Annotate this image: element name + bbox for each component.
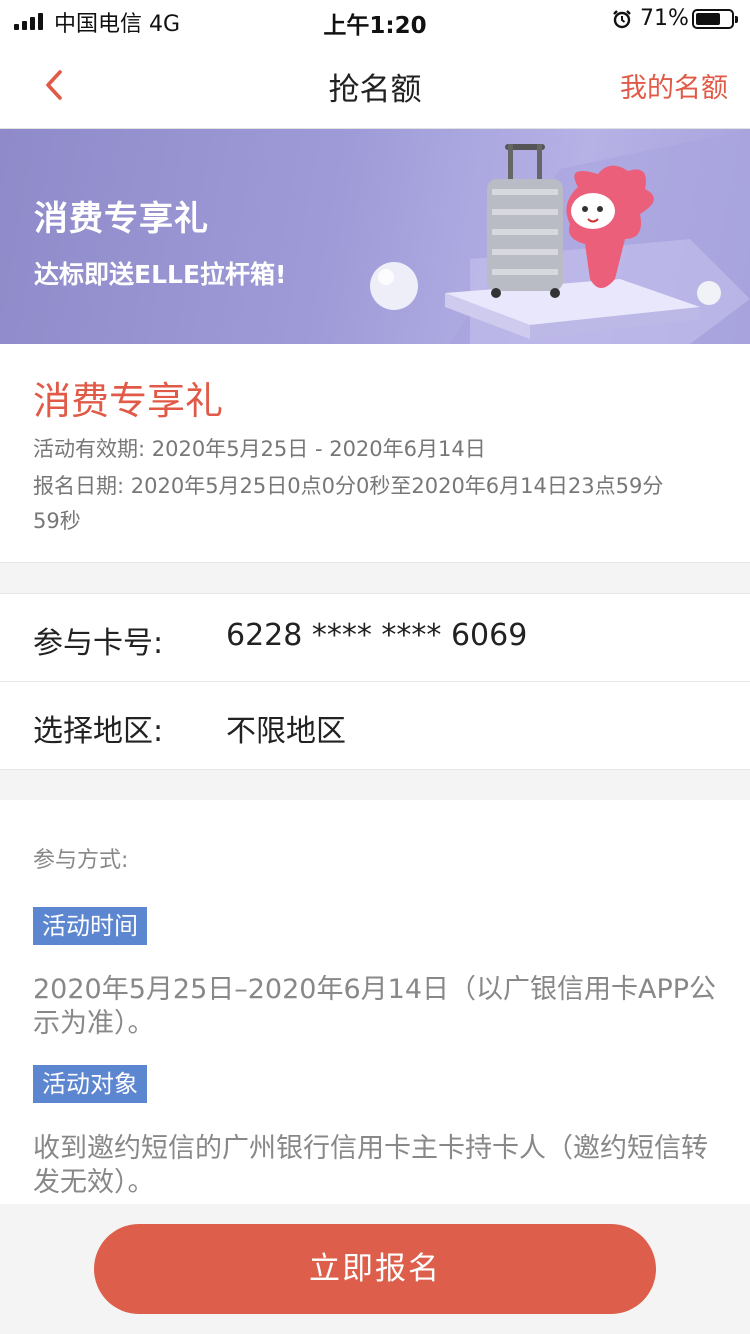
bottom-bar: 立即报名 [0, 1204, 750, 1334]
signup-date-cont: 59秒 [33, 509, 81, 533]
banner-title: 消费专享礼 [34, 199, 209, 239]
region-row[interactable]: 选择地区: 不限地区 [0, 682, 750, 770]
promo-banner: 消费专享礼 达标即送ELLE拉杆箱! [0, 129, 750, 344]
signup-form: 参与卡号: 6228 **** **** 6069 选择地区: 不限地区 [0, 593, 750, 770]
banner-subtitle: 达标即送ELLE拉杆箱! [34, 260, 287, 289]
status-bar: 中国电信 4G 上午1:20 71% [0, 0, 750, 42]
card-number-value: 6228 **** **** 6069 [226, 618, 528, 653]
alarm-icon [613, 10, 631, 29]
signup-date: 报名日期: 2020年5月25日0点0分0秒至2020年6月14日23点59分 [33, 474, 664, 498]
status-time: 上午1:20 [323, 13, 427, 39]
card-number-row[interactable]: 参与卡号: 6228 **** **** 6069 [0, 594, 750, 682]
battery-icon [692, 9, 738, 29]
nav-bar: 抢名额 我的名额 [0, 42, 750, 129]
card-number-label: 参与卡号: [33, 626, 164, 661]
region-value: 不限地区 [226, 714, 346, 749]
tag-activity-target: 活动对象 [33, 1065, 147, 1103]
my-quota-link[interactable]: 我的名额 [620, 66, 728, 105]
activity-title: 消费专享礼 [33, 379, 224, 423]
signup-button[interactable]: 立即报名 [94, 1224, 656, 1314]
activity-target-text: 收到邀约短信的广州银行信用卡主卡持卡人（邀约短信转发无效）。 [33, 1133, 708, 1198]
activity-info: 消费专享礼 活动有效期: 2020年5月25日 - 2020年6月14日 报名日… [0, 344, 750, 563]
battery-percent: 71% [640, 6, 689, 31]
valid-period: 活动有效期: 2020年5月25日 - 2020年6月14日 [33, 437, 486, 461]
activity-time-text: 2020年5月25日–2020年6月14日（以广银信用卡APP公示为准）。 [33, 974, 717, 1039]
region-label: 选择地区: [33, 714, 164, 749]
participation-heading: 参与方式: [33, 848, 129, 873]
participation-section: 参与方式: 活动时间 2020年5月25日–2020年6月14日（以广银信用卡A… [0, 800, 750, 1204]
tag-activity-time: 活动时间 [33, 907, 147, 945]
